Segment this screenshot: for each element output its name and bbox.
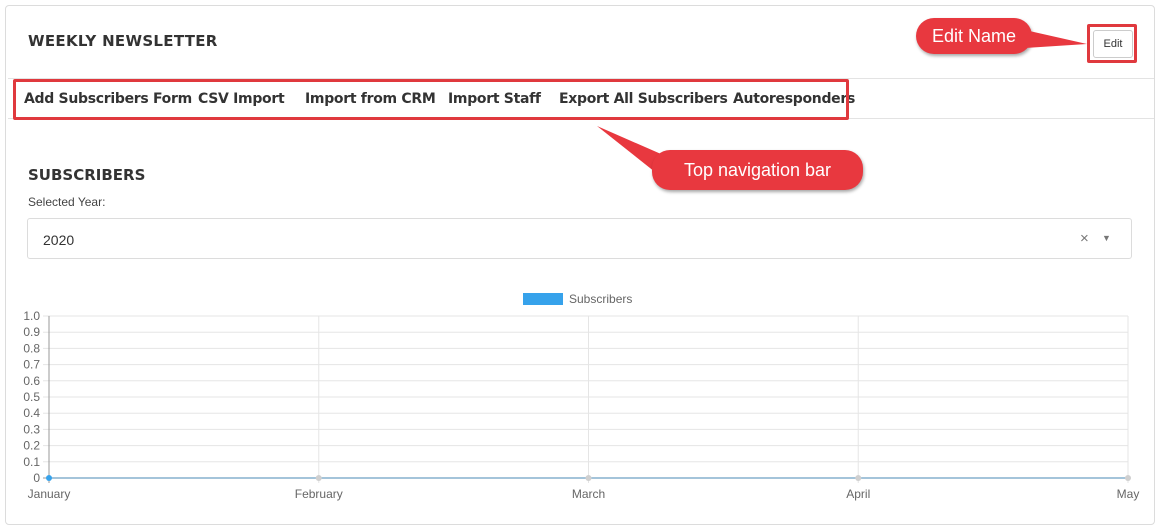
nav-add-subscribers-form[interactable]: Add Subscribers Form [24,91,192,107]
data-point [315,475,322,481]
data-point [1125,475,1131,481]
y-tick-label: 1.0 [23,309,40,323]
data-point [855,475,862,481]
y-tick-label: 0.7 [23,358,40,372]
y-tick-label: 0 [33,471,40,485]
x-tick-label: May [1117,487,1140,501]
y-tick-label: 0.1 [23,455,40,469]
x-tick-label: April [846,487,870,501]
y-tick-label: 0.9 [23,325,40,339]
nav-import-from-crm[interactable]: Import from CRM [305,91,436,107]
y-tick-label: 0.2 [23,439,40,453]
nav-export-all-subscribers[interactable]: Export All Subscribers [559,91,728,107]
year-select-value: 2020 [43,232,75,248]
y-tick-label: 0.8 [23,341,40,355]
nav-csv-import[interactable]: CSV Import [198,91,285,107]
edit-name-button[interactable]: Edit [1093,30,1133,58]
legend-label: Subscribers [569,292,632,306]
edit-name-callout: Edit Name [916,18,1032,54]
page-title: WEEKLY NEWSLETTER [28,32,218,50]
year-select[interactable]: 2020 × ▼ [27,218,1132,259]
data-point [585,475,592,481]
chevron-down-icon[interactable]: ▼ [1102,233,1111,243]
y-tick-label: 0.4 [23,406,40,420]
x-tick-label: January [28,487,71,501]
x-tick-label: March [572,487,605,501]
y-tick-label: 0.6 [23,374,40,388]
clear-icon[interactable]: × [1080,230,1089,247]
y-tick-label: 0.5 [23,390,40,404]
nav-callout: Top navigation bar [652,150,863,190]
selected-year-label: Selected Year: [28,195,106,209]
y-tick-label: 0.3 [23,422,40,436]
nav-import-staff[interactable]: Import Staff [448,91,541,107]
legend-swatch [523,293,563,305]
nav-autoresponders[interactable]: Autoresponders [733,91,855,107]
x-tick-label: February [295,487,343,501]
data-point [46,475,52,481]
subscribers-chart: Subscribers 1.0 0.9 0.8 0.7 0.6 0.5 0.4 0.3 0.2 0.… [23,292,1140,501]
subscribers-heading: SUBSCRIBERS [28,166,146,184]
